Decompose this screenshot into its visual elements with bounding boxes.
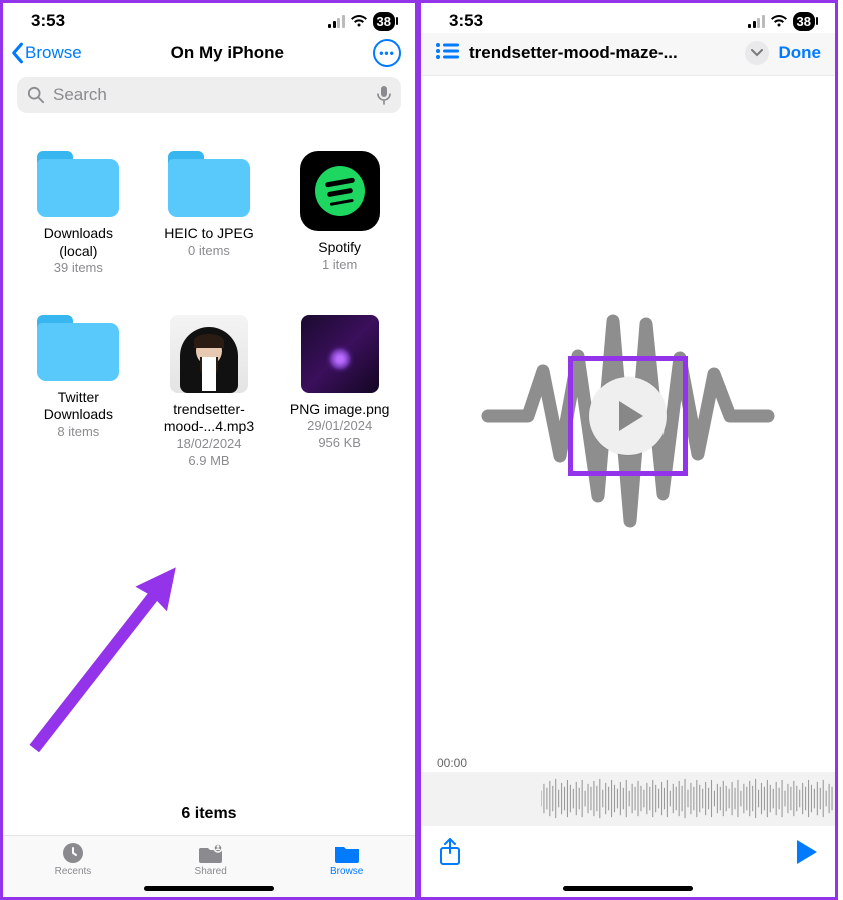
files-grid: Downloads (local) 39 items HEIC to JPEG … (3, 119, 415, 478)
back-label: Browse (25, 43, 82, 63)
status-indicators: 38 (328, 12, 395, 31)
player-area (421, 76, 835, 756)
play-icon (619, 401, 643, 431)
item-size: 956 KB (318, 435, 361, 452)
chevron-left-icon (9, 42, 25, 64)
status-indicators: 38 (748, 12, 815, 31)
nav-header: Browse On My iPhone ••• (3, 33, 415, 75)
status-bar: 3:53 38 (421, 3, 835, 33)
item-name: Spotify (318, 239, 361, 257)
folder-twitter-downloads[interactable]: Twitter Downloads 8 items (13, 315, 144, 470)
status-time: 3:53 (31, 11, 65, 31)
battery-indicator: 38 (793, 12, 815, 31)
folder-icon (168, 151, 250, 217)
spotify-app-icon (300, 151, 380, 231)
tab-shared[interactable]: Shared (195, 842, 227, 877)
item-meta: 8 items (57, 424, 99, 441)
done-button[interactable]: Done (779, 43, 822, 63)
play-button[interactable] (589, 377, 667, 455)
tab-label: Recents (55, 866, 92, 877)
tab-label: Browse (330, 866, 363, 877)
item-meta: 0 items (188, 243, 230, 260)
audio-player-screen: 3:53 38 trendsetter-mood-maze-... Done 0… (418, 0, 838, 900)
wifi-icon (770, 14, 788, 28)
browse-folder-icon (334, 842, 360, 864)
item-name: HEIC to JPEG (164, 225, 253, 243)
search-icon (27, 86, 45, 104)
tab-recents[interactable]: Recents (55, 842, 92, 877)
status-time: 3:53 (449, 11, 483, 31)
audio-waveform-art (478, 296, 778, 536)
search-bar[interactable] (17, 77, 401, 113)
cellular-signal-icon (328, 15, 345, 28)
item-name: trendsetter-mood-...4.mp3 (154, 401, 264, 436)
cellular-signal-icon (748, 15, 765, 28)
back-button[interactable]: Browse (9, 42, 82, 64)
play-button-toolbar[interactable] (797, 840, 817, 869)
list-icon (435, 42, 459, 60)
play-icon (797, 840, 817, 864)
item-size: 6.9 MB (188, 453, 229, 470)
file-png-image[interactable]: PNG image.png 29/01/2024 956 KB (274, 315, 405, 470)
audio-scrubber[interactable] (421, 772, 835, 826)
item-name: Twitter Downloads (23, 389, 133, 424)
chevron-down-icon (751, 49, 763, 57)
list-view-button[interactable] (435, 42, 459, 65)
tab-browse[interactable]: Browse (330, 842, 363, 877)
scrubber-waveform-icon (541, 776, 835, 821)
folder-icon (37, 315, 119, 381)
battery-indicator: 38 (373, 12, 395, 31)
item-date: 18/02/2024 (176, 436, 241, 453)
ellipsis-icon: ••• (379, 46, 395, 60)
home-indicator[interactable] (563, 886, 693, 891)
item-meta: 1 item (322, 257, 357, 274)
audio-thumbnail (170, 315, 248, 393)
folder-icon (37, 151, 119, 217)
more-options-button[interactable]: ••• (373, 39, 401, 67)
player-title: trendsetter-mood-maze-... (469, 43, 735, 63)
folder-downloads-local[interactable]: Downloads (local) 39 items (13, 151, 144, 277)
annotation-arrow-icon (18, 555, 191, 761)
mic-icon[interactable] (377, 85, 391, 105)
item-meta: 39 items (54, 260, 103, 277)
player-header: trendsetter-mood-maze-... Done (421, 33, 835, 76)
share-button[interactable] (439, 838, 461, 871)
shared-folder-icon (198, 842, 224, 864)
status-bar: 3:53 38 (3, 3, 415, 33)
item-name: Downloads (local) (23, 225, 133, 260)
tab-label: Shared (195, 866, 227, 877)
clock-icon (61, 841, 85, 865)
wifi-icon (350, 14, 368, 28)
item-date: 29/01/2024 (307, 418, 372, 435)
title-dropdown-button[interactable] (745, 41, 769, 65)
item-name: PNG image.png (290, 401, 390, 419)
folder-spotify[interactable]: Spotify 1 item (274, 151, 405, 277)
share-icon (439, 838, 461, 866)
search-input[interactable] (53, 85, 369, 105)
folder-heic-to-jpeg[interactable]: HEIC to JPEG 0 items (144, 151, 275, 277)
file-trendsetter-mp3[interactable]: trendsetter-mood-...4.mp3 18/02/2024 6.9… (144, 315, 275, 470)
image-thumbnail (301, 315, 379, 393)
page-title: On My iPhone (171, 43, 284, 63)
playback-time: 00:00 (421, 756, 835, 770)
home-indicator[interactable] (144, 886, 274, 891)
files-browser-screen: 3:53 38 Browse On My iPhone ••• Download… (0, 0, 418, 900)
item-count: 6 items (3, 805, 415, 835)
